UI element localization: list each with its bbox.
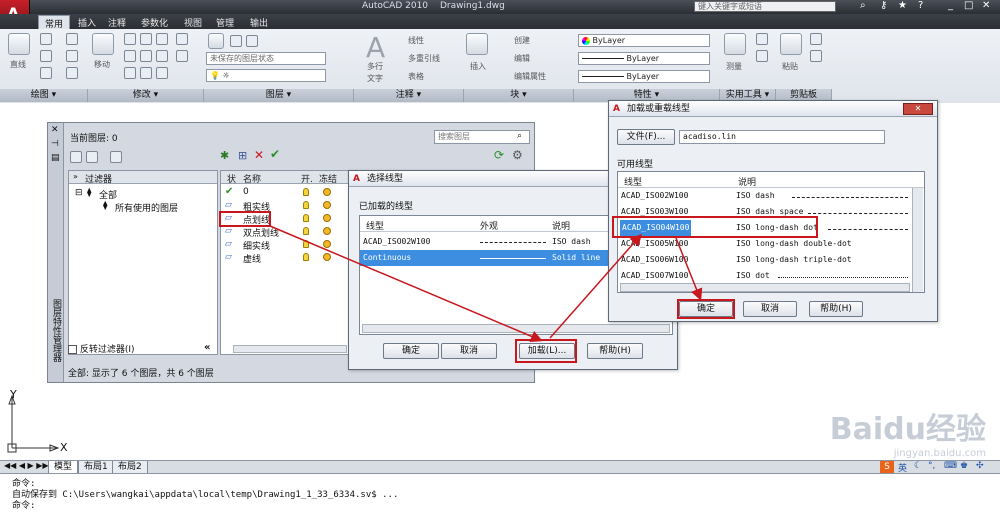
arrow-load-to-linetype xyxy=(549,233,642,339)
watermark: Baidu经验 jingyan.baidu.com xyxy=(830,404,986,459)
watermark-url: jingyan.baidu.com xyxy=(893,448,986,459)
command-line[interactable]: 命令: 自动保存到 C:\Users\wangkai\appdata\local… xyxy=(0,473,1000,516)
ime-moon-icon[interactable]: ☾ xyxy=(914,461,922,471)
layout-tabs-bar: ◀◀ ◀ ▶ ▶▶ 模型 布局1 布局2 S 英 ☾ °, ⌨ ♚ ✣ xyxy=(0,460,1000,474)
command-history-line: 自动保存到 C:\Users\wangkai\appdata\local\tem… xyxy=(12,490,399,500)
watermark-text: Baidu经验 xyxy=(829,412,986,447)
arrow-layer-to-load xyxy=(269,225,543,343)
ime-punct-icon[interactable]: °, xyxy=(928,461,935,471)
arrow-linetype-to-ok xyxy=(675,237,703,301)
ime-tools-icon[interactable]: ✣ xyxy=(976,461,984,471)
tab-nav-icon[interactable]: ◀◀ ◀ ▶ ▶▶ xyxy=(4,461,49,470)
command-prompt[interactable]: 命令: xyxy=(12,498,35,511)
ime-skin-icon[interactable]: ♚ xyxy=(960,461,968,471)
ime-keyboard-icon[interactable]: ⌨ xyxy=(944,461,957,471)
